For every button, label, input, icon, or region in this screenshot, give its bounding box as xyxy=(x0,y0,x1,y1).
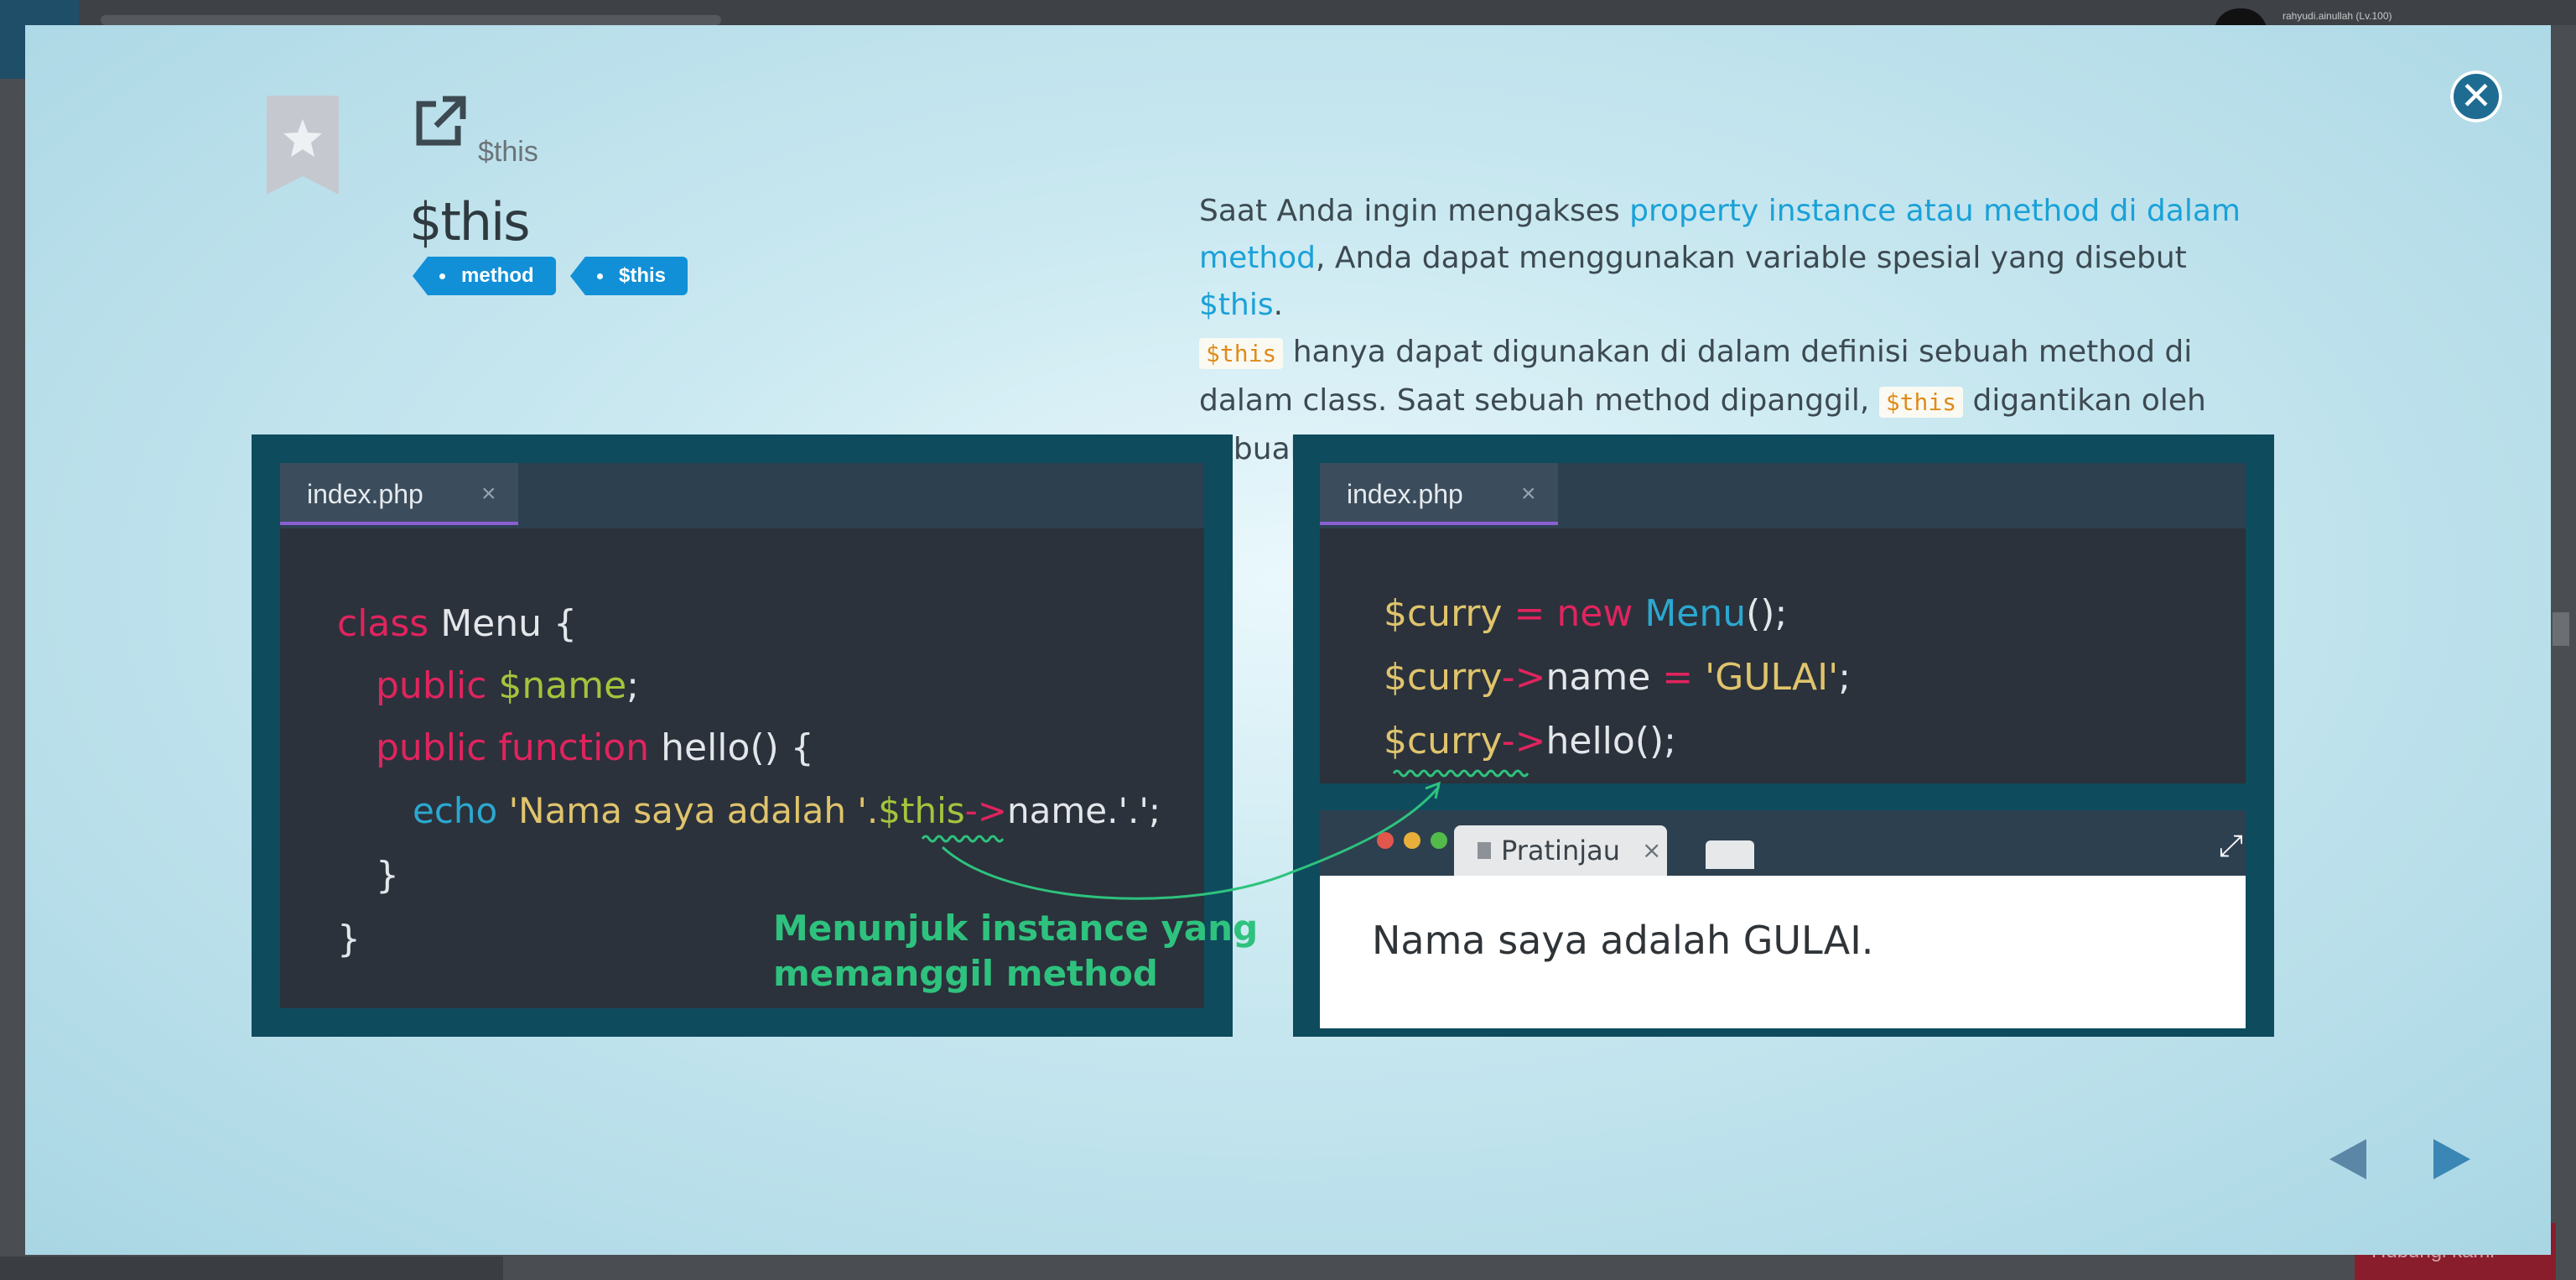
previous-arrow-icon[interactable] xyxy=(2329,1139,2366,1179)
squiggle-this xyxy=(921,835,1005,843)
squiggle-curry xyxy=(1392,769,1530,778)
annotation-arrow xyxy=(941,786,1441,900)
annotation-overlay xyxy=(921,769,1530,900)
next-arrow-icon[interactable] xyxy=(2433,1139,2470,1179)
annotation-arrowhead xyxy=(1425,781,1441,799)
